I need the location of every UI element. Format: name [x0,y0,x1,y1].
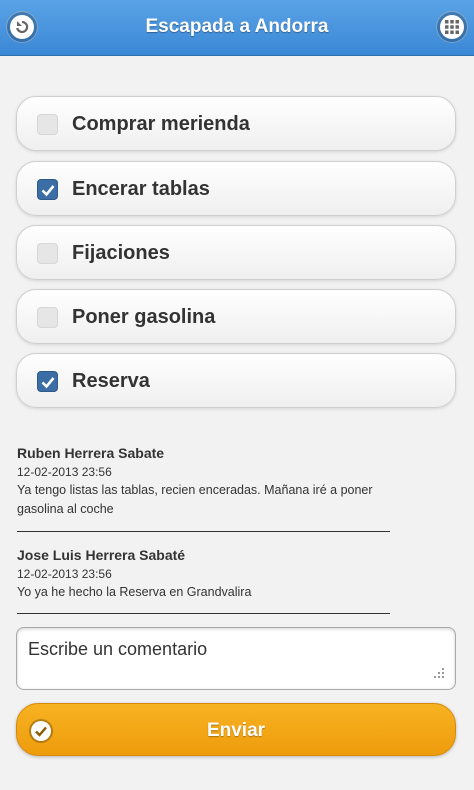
task-item-comprar-merienda[interactable]: Comprar merienda [16,96,456,151]
header-bar: Escapada a Andorra [0,0,474,56]
comment-text: Ya tengo listas las tablas, recien encer… [17,483,373,516]
task-checkbox[interactable] [37,371,58,392]
comment-divider [17,531,390,532]
comment-item: Ruben Herrera Sabate 12-02-2013 23:56 Ya… [17,444,397,519]
page-title: Escapada a Andorra [145,16,329,37]
send-button[interactable]: Enviar [16,703,456,756]
comment-author: Jose Luis Herrera Sabaté [17,547,186,563]
comment-text: Yo ya he hecho la Reserva en Grandvalira [17,585,252,599]
comment-input[interactable] [16,627,456,690]
grid-menu-icon [440,15,464,39]
comment-date: 12-02-2013 23:56 [17,465,112,479]
checkmark-icon [41,377,55,389]
task-label: Comprar merienda [72,113,250,135]
task-checkbox[interactable] [37,307,58,328]
menu-button[interactable] [436,11,468,43]
task-label: Fijaciones [72,242,170,264]
task-label: Reserva [72,370,150,392]
task-checkbox[interactable] [37,243,58,264]
task-item-reserva[interactable]: Reserva [16,353,456,408]
resize-grip-icon[interactable] [432,666,446,680]
task-label: Poner gasolina [72,306,216,328]
comment-divider [17,613,390,614]
send-button-label: Enviar [206,720,266,741]
task-checkbox[interactable] [37,114,58,135]
task-checkbox[interactable] [37,179,58,200]
task-item-fijaciones[interactable]: Fijaciones [16,225,456,280]
comment-date: 12-02-2013 23:56 [17,567,112,581]
checkmark-icon [41,185,55,197]
task-item-encerar-tablas[interactable]: Encerar tablas [16,161,456,216]
task-item-poner-gasolina[interactable]: Poner gasolina [16,289,456,344]
comment-item: Jose Luis Herrera Sabaté 12-02-2013 23:5… [17,546,397,602]
comment-author: Ruben Herrera Sabate [17,445,165,461]
task-label: Encerar tablas [72,178,210,200]
